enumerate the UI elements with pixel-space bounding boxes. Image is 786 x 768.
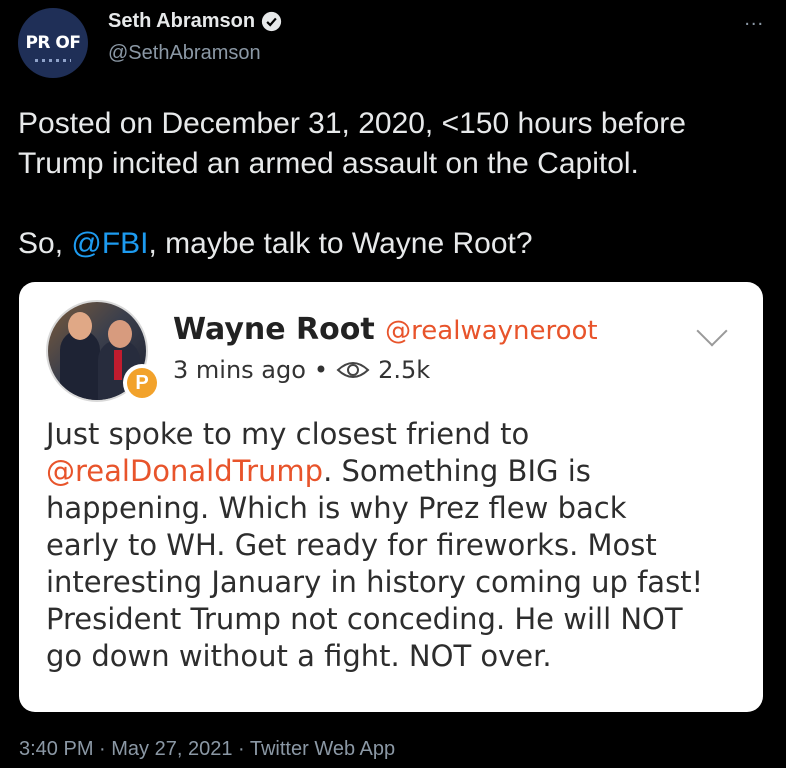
card-body-line: @realDonaldTrump. Something BIG is — [46, 453, 746, 490]
card-views: 2.5k — [378, 356, 431, 384]
verified-badge-icon — [261, 11, 282, 32]
card-author-handle: @realwayneroot — [385, 316, 598, 346]
eye-icon — [336, 362, 370, 378]
tweet-line-suffix: , maybe talk to Wayne Root? — [148, 227, 533, 260]
embedded-post-image[interactable]: P Wayne Root @realwayneroot 3 mins ago •… — [19, 282, 763, 712]
more-options-icon[interactable]: ... — [744, 8, 764, 31]
card-body-line: go down without a fight. NOT over. — [46, 639, 552, 673]
tweet-line: So, @FBI, maybe talk to Wayne Root? — [18, 224, 778, 264]
card-body-line: early to WH. Get ready for fireworks. Mo… — [46, 528, 657, 562]
card-body: Just spoke to my closest friend to @real… — [46, 416, 746, 675]
author-name[interactable]: Seth Abramson — [108, 10, 282, 33]
avatar-figure — [60, 330, 100, 400]
tweet-metadata[interactable]: 3:40 PM · May 27, 2021 · Twitter Web App — [19, 738, 395, 761]
tweet-line: Trump incited an armed assault on the Ca… — [18, 147, 639, 180]
tweet-text: Posted on December 31, 2020, <150 hours … — [18, 104, 778, 264]
chevron-down-icon — [696, 315, 728, 347]
parler-badge-icon: P — [123, 364, 161, 402]
card-author-name: Wayne Root — [173, 312, 375, 347]
author-handle[interactable]: @SethAbramson — [108, 42, 261, 65]
card-body-line: happening. Which is why Prez flew back — [46, 491, 627, 525]
avatar-figure-tie — [114, 350, 122, 380]
avatar-dots — [35, 59, 71, 62]
avatar-logo-text: PR OF — [25, 33, 81, 53]
avatar-figure-head — [68, 312, 92, 340]
card-time: 3 mins ago — [173, 356, 306, 384]
card-body-line: interesting January in history coming up… — [46, 565, 704, 599]
avatar-figure-head — [108, 320, 132, 348]
tweet-line: Posted on December 31, 2020, <150 hours … — [18, 107, 686, 140]
tweet-line-prefix: So, — [18, 227, 72, 260]
card-dot: • — [313, 356, 329, 384]
card-author: Wayne Root @realwayneroot — [173, 312, 598, 347]
author-name-text[interactable]: Seth Abramson — [108, 10, 255, 33]
avatar[interactable]: PR OF — [18, 8, 88, 78]
mention-link[interactable]: @FBI — [71, 227, 148, 260]
card-meta: 3 mins ago • 2.5k — [173, 356, 430, 384]
parler-badge-letter: P — [127, 368, 157, 398]
card-mention: @realDonaldTrump — [46, 454, 324, 488]
card-body-line: Just spoke to my closest friend to — [46, 417, 530, 451]
card-body-suffix: . Something BIG is — [323, 454, 591, 488]
card-body-line: President Trump not conceding. He will N… — [46, 602, 683, 636]
